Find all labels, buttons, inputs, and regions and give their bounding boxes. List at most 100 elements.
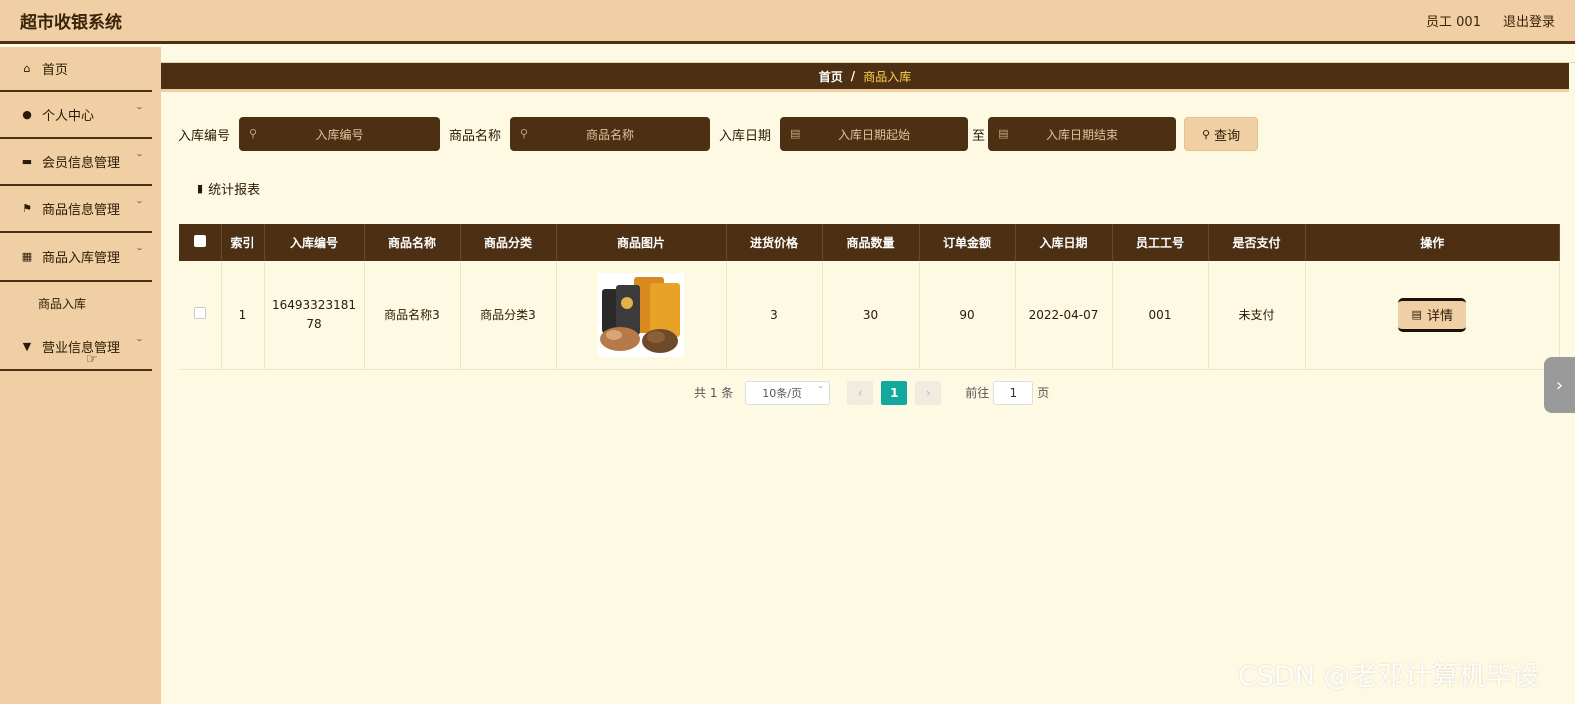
calendar-icon: ▤ (790, 127, 801, 140)
chevron-down-icon: ˇ (135, 339, 144, 350)
cell-purchase-price: 3 (726, 261, 823, 370)
user-icon: ● (22, 108, 32, 121)
bar-chart-icon: ▮​ (197, 182, 204, 195)
detail-button[interactable]: ▤ 详情 (1398, 297, 1467, 332)
pagination: 共 1 条 10条/页 ˇ ‹ 1 › 前往 1 页 (694, 380, 1049, 405)
sidebar-item-label: 营业信息管理 (42, 341, 121, 356)
table-row: 1 16493323181 78 商品名称3 商品分类3 3 30 90 202… (179, 261, 1560, 370)
sidebar-item-stock-in-management[interactable]: ▦ 商品入库管理 ˇ (0, 233, 152, 280)
chevron-down-icon: ˇ (135, 107, 144, 118)
cell-index: 1 (221, 261, 265, 370)
next-page-button[interactable]: › (915, 380, 942, 405)
col-header: 进货价格 (726, 224, 823, 261)
chevron-down-icon: ˇ (135, 201, 144, 212)
cell-stock-no: 16493323181 78 (264, 261, 365, 370)
stat-report-label: 统计报表 (208, 183, 261, 198)
select-all-checkbox[interactable] (193, 235, 206, 247)
document-icon: ▤ (1411, 308, 1422, 322)
sidebar-item-label: 首页 (42, 63, 69, 78)
table-header-row: 索引 入库编号 商品名称 商品分类 商品图片 进货价格 商品数量 订单金额 入库… (179, 224, 1560, 261)
sidebar-item-product-management[interactable]: ⚑ 商品信息管理 ˇ (0, 186, 152, 233)
sidebar-item-label: 商品信息管理 (42, 203, 121, 218)
user-name[interactable]: 员工 001 (1426, 11, 1481, 30)
cell-order-amount: 90 (919, 261, 1016, 370)
chevron-down-icon: ˇ (135, 248, 144, 259)
select-all-header[interactable] (179, 224, 222, 261)
sidebar: ⌂ 首页 ● 个人中心 ˇ ▬ 会员信息管理 ˇ ⚑ 商品信息管理 ˇ ▦ 商品… (0, 47, 161, 704)
breadcrumb: 首页 / 商品入库 (161, 63, 1569, 92)
cell-paid-status: 未支付 (1208, 261, 1306, 370)
date-start-placeholder: 入库日期起始 (838, 127, 911, 142)
col-header: 商品名称 (364, 224, 461, 261)
col-header: 商品数量 (822, 224, 920, 261)
cell-actions: ▤ 详情 (1305, 261, 1560, 370)
product-name-label: 商品名称 (449, 128, 502, 144)
sidebar-item-label: 个人中心 (42, 109, 95, 124)
stock-in-table: 索引 入库编号 商品名称 商品分类 商品图片 进货价格 商品数量 订单金额 入库… (179, 224, 1560, 370)
prev-page-button[interactable]: ‹ (847, 380, 874, 405)
breadcrumb-current: 商品入库 (863, 69, 912, 84)
sidebar-item-member-management[interactable]: ▬ 会员信息管理 ˇ (0, 139, 152, 186)
sidebar-subitem-stock-in[interactable]: 商品入库 (0, 282, 152, 324)
page-number-current[interactable]: 1 (881, 380, 908, 405)
col-header: 订单金额 (919, 224, 1016, 261)
sign-icon: ▼ (22, 340, 32, 353)
main-content: 首页 / 商品入库 入库编号 ⚲ 入库编号 商品名称 ⚲ 商品名称 入库日期 ▤… (161, 47, 1575, 704)
product-name-placeholder: 商品名称 (586, 127, 635, 142)
stock-no-placeholder: 入库编号 (315, 127, 364, 142)
query-button[interactable]: ⚲ 查询 (1184, 117, 1259, 151)
row-checkbox[interactable] (193, 307, 206, 320)
cell-product-name: 商品名称3 (364, 261, 461, 370)
top-bar: 超市收银系统 员工 001 退出登录 (0, 0, 1575, 44)
sidebar-item-label: 会员信息管理 (42, 156, 121, 171)
product-name-input[interactable]: ⚲ 商品名称 (510, 117, 711, 151)
chevron-right-icon: › (1555, 374, 1564, 396)
stock-date-label: 入库日期 (719, 128, 772, 144)
stock-no-input[interactable]: ⚲ 入库编号 (239, 117, 441, 151)
ticket-icon: ▬ (21, 155, 33, 168)
flag-icon: ⚑ (22, 202, 32, 215)
col-header: 操作 (1305, 224, 1560, 261)
logout-link[interactable]: 退出登录 (1503, 11, 1555, 30)
detail-button-label: 详情 (1426, 309, 1453, 325)
grid-icon: ▦ (21, 250, 33, 263)
breadcrumb-separator: / (850, 69, 856, 83)
sidebar-item-personal-center[interactable]: ● 个人中心 ˇ (0, 92, 152, 139)
page-size-value: 10条/页 (762, 386, 802, 400)
total-count: 共 1 条 (694, 386, 734, 400)
stat-report-button[interactable]: ▮​ 统计报表 (197, 179, 260, 198)
query-button-label: 查询 (1214, 128, 1241, 144)
col-header: 入库日期 (1015, 224, 1113, 261)
search-icon: ⚲ (520, 127, 529, 140)
snack-package-illustration (598, 272, 684, 357)
date-end-input[interactable]: ▤ 入库日期结束 (988, 117, 1177, 151)
goto-label: 前往 (965, 386, 990, 400)
row-select-cell (179, 261, 222, 370)
mouse-pointer-icon: ☞ (86, 352, 98, 367)
cell-stock-date: 2022-04-07 (1015, 261, 1113, 370)
page-size-select[interactable]: 10条/页 ˇ (745, 380, 831, 405)
col-header: 商品图片 (556, 224, 727, 261)
sidebar-item-label: 商品入库管理 (42, 251, 121, 266)
top-right-links: 员工 001 退出登录 (1426, 11, 1555, 30)
cell-category: 商品分类3 (460, 261, 557, 370)
page-unit-label: 页 (1037, 386, 1050, 400)
sidebar-item-home[interactable]: ⌂ 首页 (0, 47, 152, 92)
date-range-to: 至 (972, 128, 986, 144)
chevron-down-icon: ˇ (135, 154, 144, 165)
col-header: 商品分类 (460, 224, 557, 261)
col-header: 员工工号 (1112, 224, 1209, 261)
side-drawer-toggle[interactable]: › (1544, 357, 1575, 413)
stock-no-line1: 16493323181 (272, 297, 356, 312)
chevron-down-icon: ˇ (817, 385, 825, 397)
date-start-input[interactable]: ▤ 入库日期起始 (780, 117, 969, 151)
home-icon: ⌂ (23, 62, 31, 75)
search-icon: ⚲ (249, 127, 258, 140)
breadcrumb-home[interactable]: 首页 (819, 68, 843, 85)
sidebar-item-business-management[interactable]: ▼ 营业信息管理 ˇ (0, 324, 152, 371)
search-bar: 入库编号 ⚲ 入库编号 商品名称 ⚲ 商品名称 入库日期 ▤ 入库日期起始 至 … (178, 117, 1259, 151)
col-header: 入库编号 (264, 224, 365, 261)
date-end-placeholder: 入库日期结束 (1046, 127, 1119, 142)
search-icon: ⚲ (1202, 127, 1211, 141)
goto-page-input[interactable]: 1 (993, 380, 1034, 405)
